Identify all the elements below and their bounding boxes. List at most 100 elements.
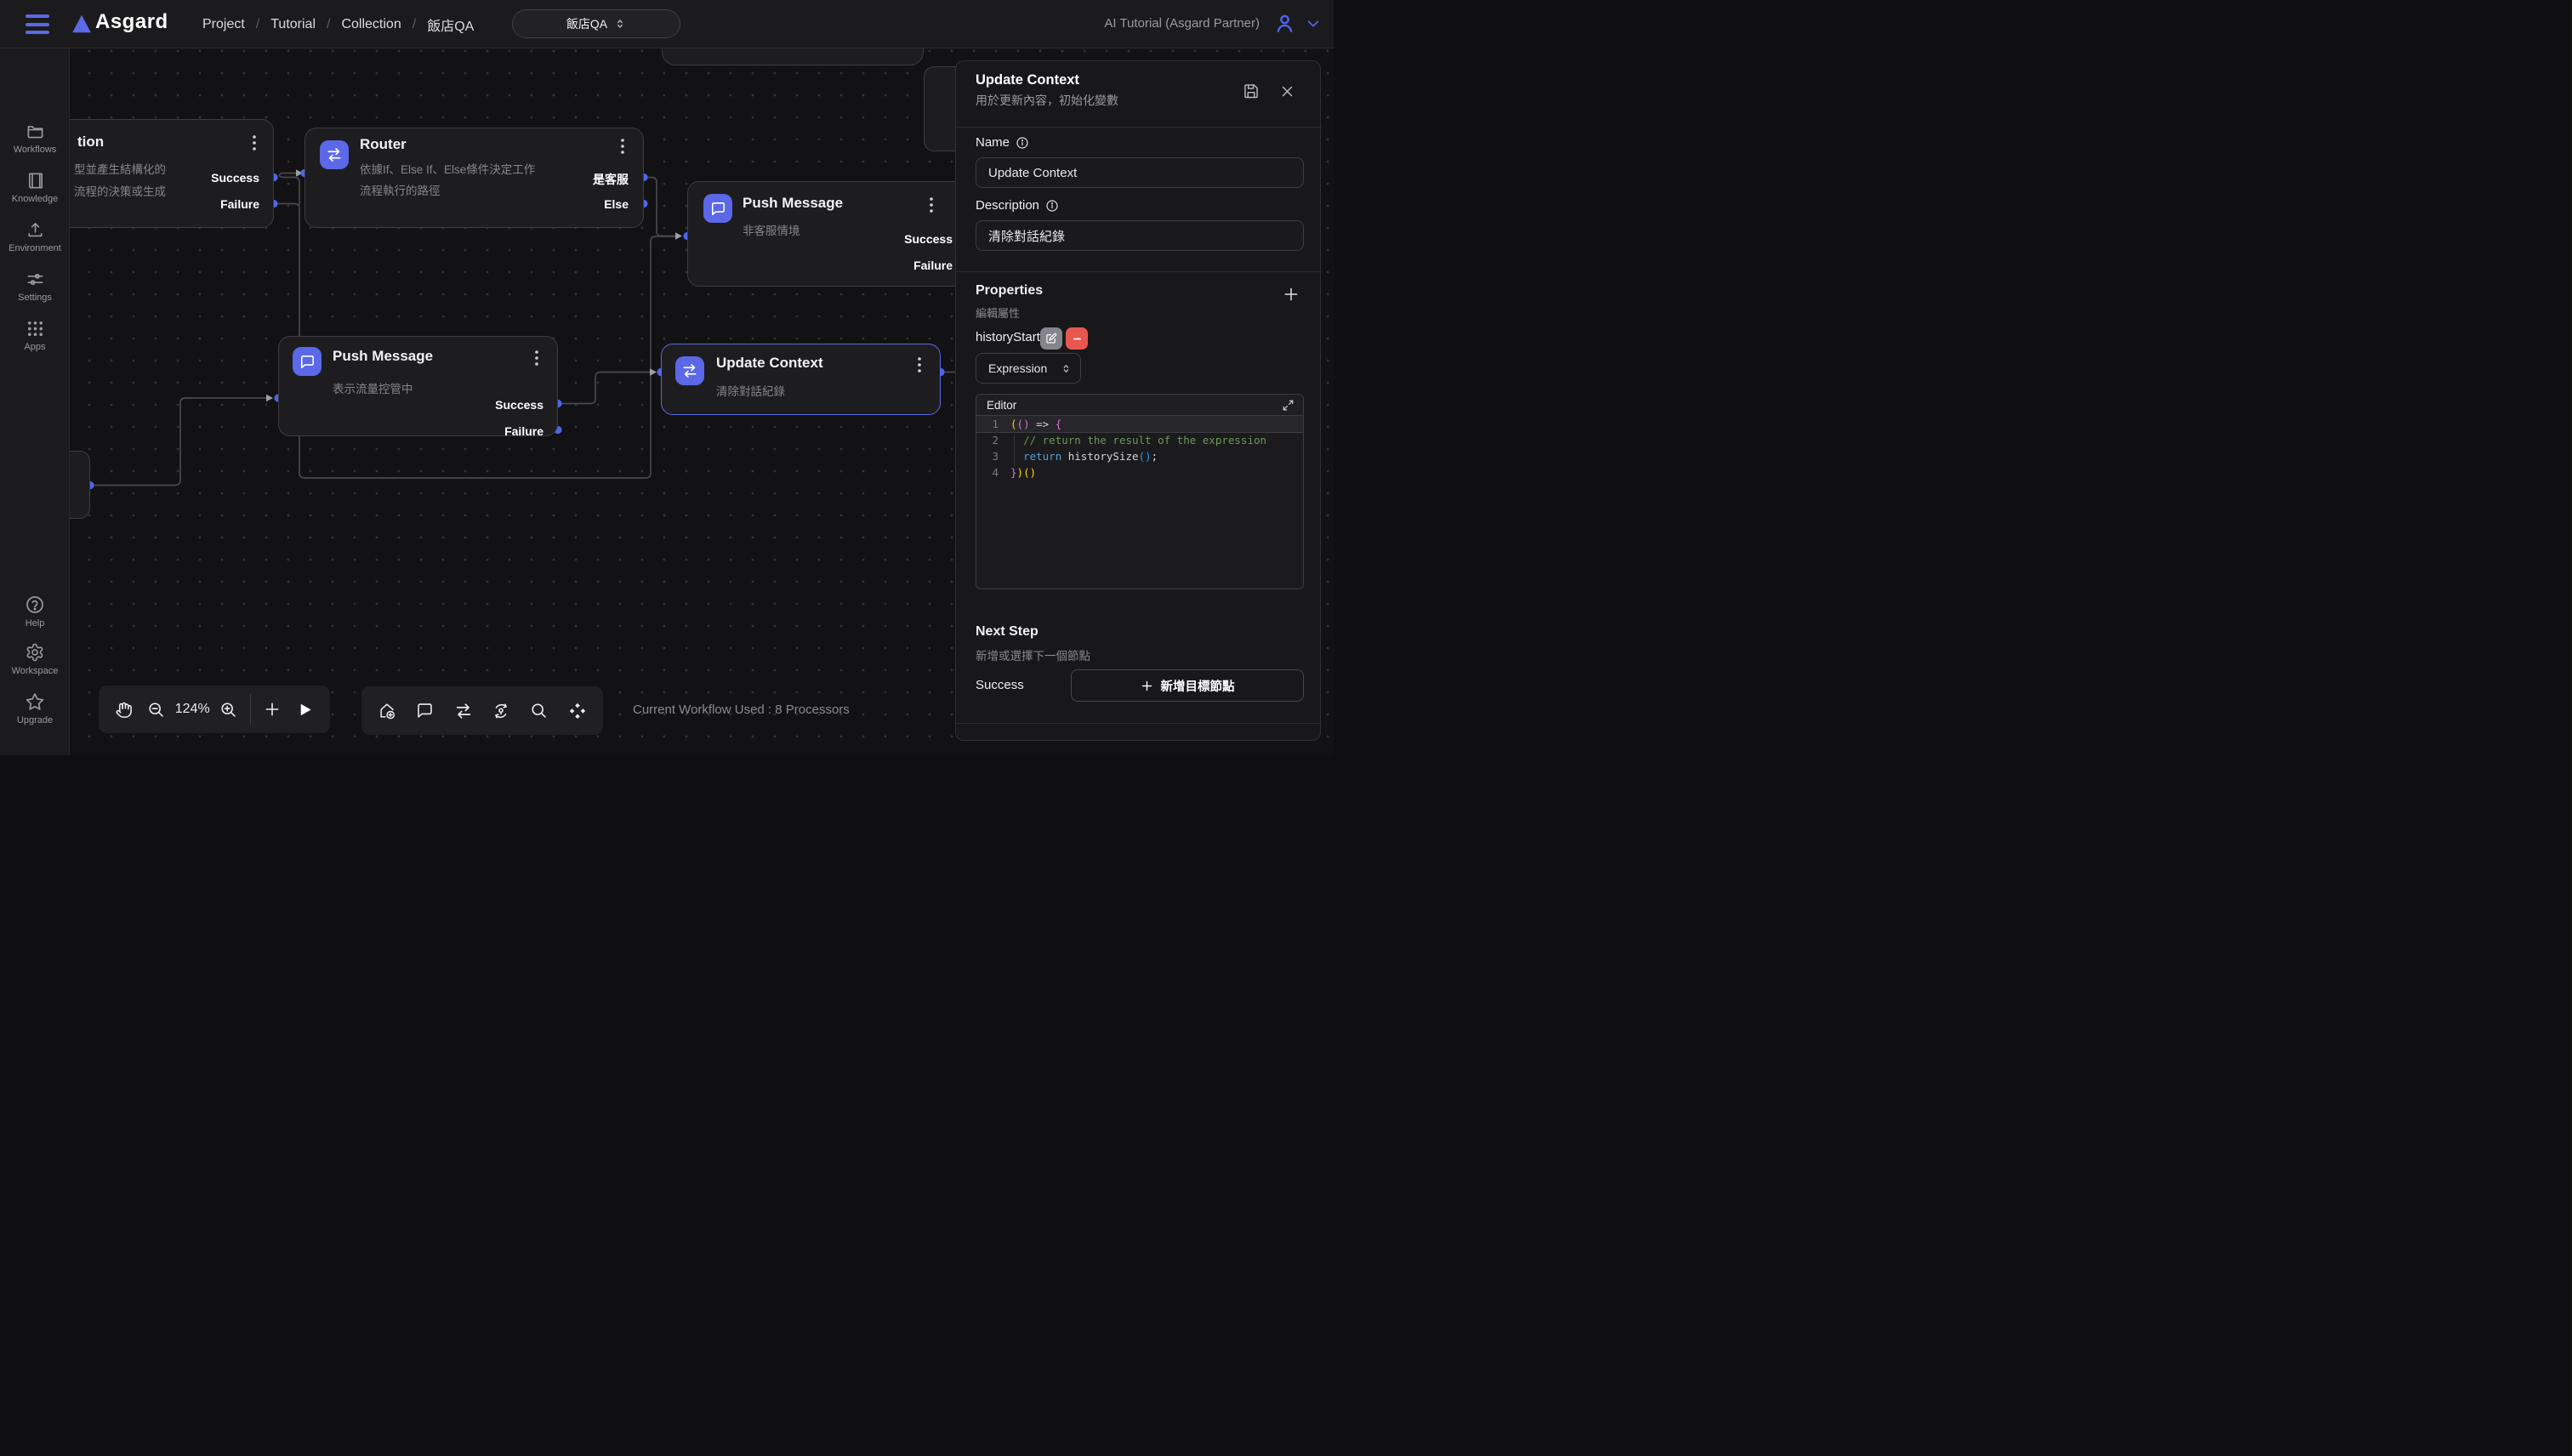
code-line[interactable]: 2 // return the result of the expression — [976, 432, 1303, 448]
zoom-level: 124% — [173, 702, 212, 717]
logo-text: Asgard — [95, 10, 168, 34]
sidebar-item-knowledge[interactable]: Knowledge — [0, 171, 70, 204]
node-push-message-top[interactable]: Push Message 非客服情境 Success Failure — [687, 181, 978, 287]
router-icon — [320, 140, 349, 169]
output-failure: Failure — [504, 424, 543, 438]
kebab-menu-icon[interactable] — [614, 137, 631, 156]
output-else: Else — [604, 197, 629, 211]
canvas-toolbar-palette — [361, 686, 603, 735]
chevron-down-icon[interactable] — [1306, 19, 1320, 29]
expand-icon[interactable] — [1282, 399, 1295, 412]
node-title: Push Message — [743, 195, 843, 212]
property-type-select[interactable]: Expression — [976, 353, 1081, 384]
add-node-icon[interactable] — [256, 692, 289, 726]
chat-bubble-icon[interactable] — [408, 694, 442, 728]
output-failure: Failure — [913, 259, 953, 272]
properties-title: Properties — [976, 283, 1043, 299]
star-icon — [25, 691, 45, 712]
chevrons-up-down-icon — [614, 18, 626, 30]
node-llm[interactable]: tion 型並產生結構化的 流程的決策或生成 Success Failure — [70, 119, 274, 228]
next-step-title: Next Step — [976, 624, 1038, 640]
node-title: Update Context — [716, 355, 823, 372]
kebab-menu-icon[interactable] — [923, 196, 940, 214]
panel-subtitle: 用於更新內容，初始化變數 — [976, 92, 1118, 109]
breadcrumb-project[interactable]: Project — [202, 17, 245, 32]
properties-subtitle: 編輯屬性 — [976, 304, 1020, 321]
node-update-context[interactable]: Update Context 清除對話紀錄 — [661, 344, 941, 415]
code-line[interactable]: 4})() — [976, 464, 1303, 481]
wire-success-to-router — [280, 173, 300, 206]
info-icon — [1045, 199, 1059, 213]
sidebar-item-help[interactable]: Help — [0, 594, 70, 628]
run-workflow-icon[interactable] — [288, 692, 322, 726]
align-diamond-icon[interactable] — [560, 694, 595, 728]
zoom-in-icon[interactable] — [212, 692, 245, 726]
workflow-select[interactable]: 飯店QA — [512, 9, 680, 38]
node-title: tion — [77, 134, 104, 151]
breadcrumb-collection[interactable]: Collection — [341, 17, 401, 32]
sidebar-item-upgrade[interactable]: Upgrade — [0, 691, 70, 725]
name-label: Name — [976, 135, 1010, 150]
sidebar-item-workspace[interactable]: Workspace — [0, 642, 70, 676]
wire-router-out1 — [644, 178, 675, 236]
remove-property-button[interactable] — [1066, 327, 1088, 350]
name-input[interactable]: Update Context — [976, 157, 1304, 188]
search-icon[interactable] — [522, 694, 556, 728]
kebab-menu-icon[interactable] — [528, 349, 545, 367]
property-key: historyStart — [976, 330, 1040, 344]
router-arrows-icon[interactable] — [447, 694, 481, 728]
code-line[interactable]: 3 return historySize(); — [976, 448, 1303, 464]
account-label: AI Tutorial (Asgard Partner) — [1104, 16, 1260, 31]
output-is-cs: 是客服 — [593, 171, 629, 188]
expression-editor[interactable]: Editor 1(() => {2 // return the result o… — [976, 394, 1304, 589]
refresh-pin-icon[interactable] — [484, 694, 518, 728]
code-line[interactable]: 1(() => { — [976, 416, 1303, 432]
node-config-panel: Update Context 用於更新內容，初始化變數 Name Update … — [955, 60, 1321, 741]
topbar: Asgard Project/ Tutorial/ Collection/ 飯店… — [0, 0, 1334, 48]
node-desc: 非客服情境 — [743, 221, 800, 238]
sidebar-item-apps[interactable]: Apps — [0, 319, 70, 352]
chevrons-up-down-icon — [1061, 363, 1072, 374]
kebab-menu-icon[interactable] — [246, 134, 263, 152]
description-input[interactable]: 清除對話紀錄 — [976, 220, 1304, 251]
editor-title: Editor — [987, 399, 1016, 412]
pan-hand-icon[interactable] — [107, 692, 140, 726]
node-partial-left[interactable] — [70, 451, 90, 519]
zoom-out-icon[interactable] — [140, 692, 174, 726]
home-add-icon[interactable] — [370, 694, 404, 728]
node-push-message-bottom[interactable]: Push Message 表示流量控管中 Success Failure — [278, 336, 558, 436]
breadcrumb-tutorial[interactable]: Tutorial — [270, 17, 316, 32]
node-partial-top[interactable] — [662, 48, 924, 65]
upload-icon — [26, 220, 45, 240]
help-circle-icon — [25, 594, 45, 615]
divider — [956, 271, 1322, 272]
add-target-node-button[interactable]: 新增目標節點 — [1071, 669, 1304, 702]
breadcrumb-current[interactable]: 飯店QA — [427, 14, 474, 35]
code-area[interactable]: 1(() => {2 // return the result of the e… — [976, 416, 1303, 589]
sidebar: Workflows Knowledge Environment Settings… — [0, 48, 70, 755]
user-icon[interactable] — [1273, 12, 1296, 35]
panel-title: Update Context — [976, 72, 1079, 88]
sidebar-item-environment[interactable]: Environment — [0, 220, 70, 253]
sidebar-item-workflows[interactable]: Workflows — [0, 122, 70, 155]
add-property-icon[interactable] — [1281, 284, 1301, 304]
kebab-menu-icon[interactable] — [911, 355, 928, 374]
sidebar-item-settings[interactable]: Settings — [0, 270, 70, 303]
edit-property-button[interactable] — [1040, 327, 1062, 350]
book-icon — [26, 171, 45, 191]
close-icon[interactable] — [1276, 80, 1298, 102]
canvas-toolbar-zoom: 124% — [99, 685, 330, 733]
divider — [956, 127, 1322, 128]
output-success: Success — [904, 232, 953, 246]
node-desc: 清除對話紀錄 — [716, 382, 785, 399]
menu-icon[interactable] — [26, 14, 49, 34]
toolbar-divider — [250, 694, 251, 725]
description-label: Description — [976, 198, 1039, 213]
wire-left-to-push-bottom — [90, 398, 266, 486]
node-router[interactable]: Router 依據If、Else If、Else條件決定工作 流程執行的路徑 是… — [304, 128, 644, 228]
minus-icon — [1072, 333, 1083, 344]
save-icon[interactable] — [1240, 80, 1262, 102]
info-icon — [1016, 136, 1029, 150]
workflow-usage-status: Current Workflow Used : 8 Processors — [633, 702, 850, 717]
asgard-logo-icon — [71, 12, 93, 36]
